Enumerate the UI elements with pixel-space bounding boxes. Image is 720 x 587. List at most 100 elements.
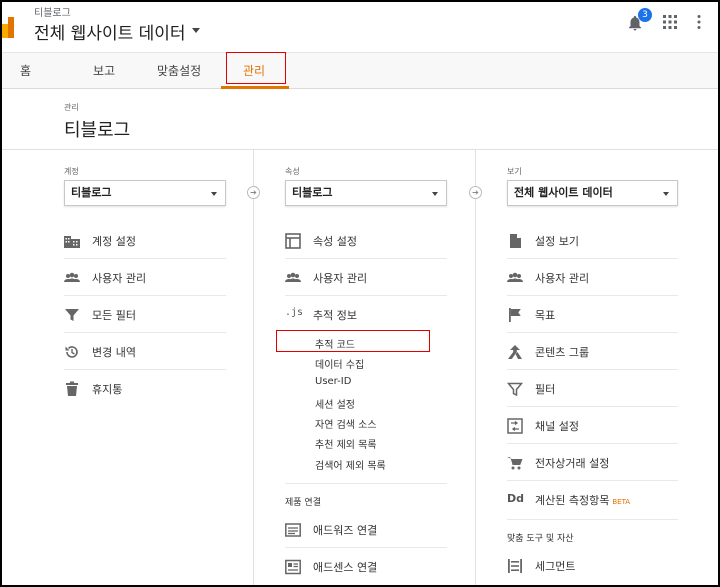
nav-customization[interactable]: 맞춤설정 [157, 53, 201, 89]
channel-icon [507, 418, 523, 434]
arrow-right-icon: ➔ [247, 186, 260, 199]
menu-channel-settings[interactable]: 채널 설정 [507, 408, 678, 444]
sub-search-term-exclusion-list[interactable]: 검색어 제외 목록 [315, 457, 386, 472]
js-icon: .js [285, 307, 304, 318]
nav-reporting[interactable]: 보고 [93, 53, 115, 89]
menu-account-user-management[interactable]: 사용자 관리 [64, 260, 226, 296]
menu-trash[interactable]: 휴지통 [64, 371, 226, 407]
property-selector[interactable]: 티블로그 [285, 180, 447, 206]
custom-tools-label: 맞춤 도구 및 자산 [507, 534, 574, 544]
menu-view-settings[interactable]: 설정 보기 [507, 223, 678, 259]
sub-tracking-code[interactable]: 추적 코드 [315, 336, 355, 351]
dd-icon: Dd [507, 492, 525, 505]
filter-icon [64, 307, 80, 323]
users-icon [64, 270, 80, 286]
divider [285, 483, 447, 484]
property-view-title: 전체 웹사이트 데이터 [34, 24, 186, 44]
menu-label: 모든 필터 [92, 309, 136, 322]
menu-ecommerce-settings[interactable]: 전자상거래 설정 [507, 445, 678, 481]
caret-down-icon [663, 192, 669, 196]
segment-icon [507, 558, 523, 574]
menu-change-history[interactable]: 변경 내역 [64, 334, 226, 370]
menu-label: 애드워즈 연결 [313, 524, 378, 537]
nav-admin[interactable]: 관리 [243, 53, 265, 89]
account-column-label: 계정 [64, 167, 79, 176]
nav-home[interactable]: 홈 [20, 53, 31, 89]
menu-label: 사용자 관리 [535, 272, 590, 285]
history-icon [64, 344, 80, 360]
menu-account-settings[interactable]: 계정 설정 [64, 223, 226, 259]
analytics-logo-icon[interactable] [2, 14, 14, 38]
account-selector-value: 티블로그 [71, 186, 112, 199]
main-nav: 홈 보고 맞춤설정 관리 [2, 52, 718, 89]
menu-label: 세그먼트 [535, 560, 576, 573]
menu-all-filters[interactable]: 모든 필터 [64, 297, 226, 333]
view-column-label: 보기 [507, 167, 522, 176]
menu-label: 사용자 관리 [313, 272, 368, 285]
account-column: 계정 티블로그 계정 설정 사용자 관리 모든 필터 변경 내역 휴지통 [64, 150, 226, 585]
beta-badge: BETA [612, 498, 631, 506]
more-vert-icon[interactable] [696, 14, 702, 30]
menu-goals[interactable]: 목표 [507, 297, 678, 333]
adwords-icon [285, 522, 301, 538]
menu-label: 속성 설정 [313, 235, 357, 248]
apps-grid-icon[interactable] [662, 14, 678, 30]
caret-down-icon [211, 192, 217, 196]
property-view-selector[interactable]: 전체 웹사이트 데이터 [34, 19, 200, 44]
menu-label: 애드센스 연결 [313, 561, 378, 574]
sub-user-id[interactable]: User-ID [315, 376, 351, 387]
sub-referral-exclusion-list[interactable]: 추천 제외 목록 [315, 436, 377, 451]
users-icon [285, 270, 301, 286]
menu-label: 계산된 측정항목 [535, 494, 610, 507]
property-selector-value: 티블로그 [292, 186, 333, 199]
menu-label: 변경 내역 [92, 346, 136, 359]
menu-label: 콘텐츠 그룹 [535, 346, 590, 359]
property-column-label: 속성 [285, 167, 300, 176]
menu-adsense-linking[interactable]: 애드센스 연결 [285, 549, 447, 585]
account-selector[interactable]: 티블로그 [64, 180, 226, 206]
menu-view-filters[interactable]: 필터 [506, 371, 678, 407]
menu-tracking-info[interactable]: .js 추적 정보 [285, 297, 447, 333]
menu-label-with-badge: 계산된 측정항목 BETA [535, 492, 630, 508]
document-icon [507, 233, 523, 249]
divider [507, 519, 678, 520]
menu-property-user-management[interactable]: 사용자 관리 [285, 260, 447, 296]
flag-icon [507, 307, 523, 323]
menu-adwords-linking[interactable]: 애드워즈 연결 [285, 512, 447, 548]
menu-calculated-metrics[interactable]: Dd 계산된 측정항목 BETA [507, 482, 678, 518]
menu-label: 설정 보기 [535, 235, 579, 248]
menu-label: 필터 [535, 383, 556, 396]
users-icon [507, 270, 523, 286]
trash-icon [64, 381, 80, 397]
sub-organic-search-sources[interactable]: 자연 검색 소스 [315, 416, 377, 431]
product-linking-label: 제품 연결 [285, 498, 321, 508]
view-column: 보기 전체 웹사이트 데이터 설정 보기 사용자 관리 목표 콘텐츠 그룹 필터… [506, 150, 678, 585]
menu-label: 전자상거래 설정 [535, 457, 610, 470]
menu-property-settings[interactable]: 속성 설정 [285, 223, 447, 259]
menu-label: 목표 [535, 309, 556, 322]
view-selector[interactable]: 전체 웹사이트 데이터 [507, 180, 678, 206]
property-settings-icon [285, 233, 301, 249]
account-name[interactable]: 티블로그 [34, 4, 71, 19]
active-tab-indicator [221, 86, 289, 89]
admin-breadcrumb: 관리 [64, 103, 79, 112]
menu-label: 휴지통 [92, 383, 123, 396]
menu-view-user-management[interactable]: 사용자 관리 [507, 260, 678, 296]
page-title: 티블로그 [64, 120, 131, 141]
view-selector-value: 전체 웹사이트 데이터 [514, 186, 613, 199]
property-column: 속성 티블로그 속성 설정 사용자 관리 .js 추적 정보 추적 코드 데이터… [285, 150, 447, 585]
cart-icon [507, 455, 523, 471]
sub-session-settings[interactable]: 세션 설정 [315, 396, 355, 411]
menu-label: 계정 설정 [92, 235, 136, 248]
app-window: 티블로그 전체 웹사이트 데이터 3 홈 보고 맞춤설정 관리 관리 티블로그 … [0, 0, 720, 587]
menu-label: 추적 정보 [313, 309, 357, 322]
adsense-icon [285, 559, 301, 575]
sub-data-collection[interactable]: 데이터 수집 [315, 356, 364, 371]
menu-segments[interactable]: 세그먼트 [507, 548, 678, 584]
top-bar: 티블로그 전체 웹사이트 데이터 3 [2, 2, 718, 52]
caret-down-icon [191, 28, 200, 33]
arrow-right-icon: ➔ [469, 186, 482, 199]
menu-content-grouping[interactable]: 콘텐츠 그룹 [507, 334, 678, 370]
building-icon [64, 233, 80, 249]
menu-label: 사용자 관리 [92, 272, 147, 285]
